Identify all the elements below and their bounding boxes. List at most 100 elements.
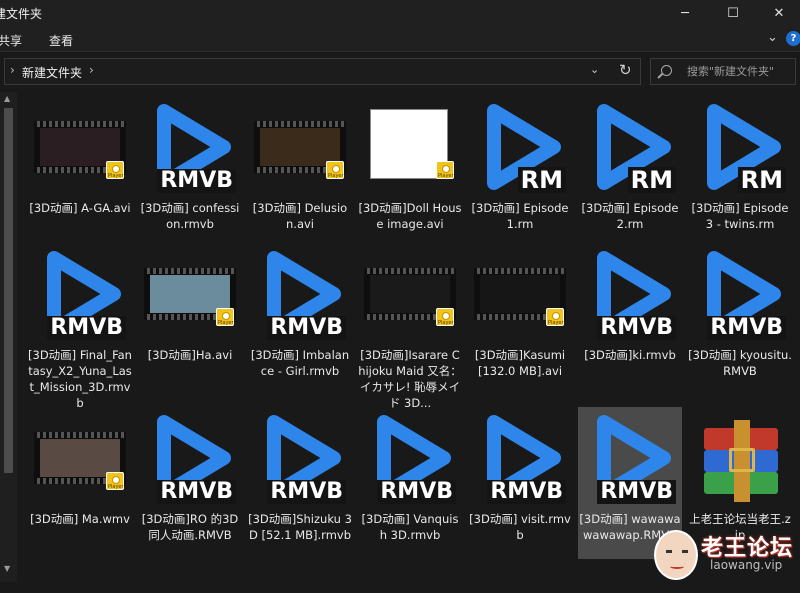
file-item[interactable]: RMVB [3D动画]Shizuku 3D [52.1 MB].rmvb bbox=[248, 407, 352, 559]
winrar-archive-icon bbox=[698, 418, 784, 504]
file-name: [3D动画]Doll House image.avi bbox=[358, 201, 462, 231]
file-item[interactable]: Player [3D动画]Ha.avi bbox=[138, 243, 242, 395]
window-title: 建文件夹 bbox=[0, 7, 43, 21]
file-type-tag: RM bbox=[517, 167, 566, 193]
file-item[interactable]: Player [3D动画]Isarare Chijoku Maid 又名： イカサ… bbox=[358, 243, 462, 410]
scroll-up-icon[interactable]: ▲ bbox=[4, 94, 10, 103]
file-type-tag: RMVB bbox=[377, 480, 456, 504]
player-badge-label: Player bbox=[218, 320, 234, 326]
refresh-icon[interactable]: ↻ bbox=[619, 61, 632, 79]
player-badge-label: Player bbox=[108, 484, 124, 490]
file-thumbnail: Player bbox=[472, 248, 568, 344]
file-thumbnail: Player bbox=[32, 101, 128, 197]
file-name: [3D动画] Final_Fantasy_X2_Yuna_Last_Missio… bbox=[28, 348, 132, 410]
close-button[interactable]: ✕ bbox=[756, 0, 800, 26]
file-item[interactable]: RMVB [3D动画] visit.rmvb bbox=[468, 407, 572, 559]
file-thumbnail: RMVB bbox=[692, 248, 788, 344]
file-type-tag: RMVB bbox=[487, 480, 566, 504]
player-badge-icon: Player bbox=[436, 161, 454, 179]
address-history-dropdown-icon[interactable]: ⌄ bbox=[590, 63, 599, 76]
file-item[interactable]: Player [3D动画]Kasumi [132.0 MB].avi bbox=[468, 243, 572, 395]
file-item[interactable]: RM [3D动画] Episode 2.rm bbox=[578, 96, 682, 248]
file-name: [3D动画]ki.rmvb bbox=[584, 348, 676, 362]
file-type-tag: RMVB bbox=[597, 316, 676, 340]
breadcrumb-current-folder[interactable]: 新建文件夹 bbox=[22, 64, 82, 81]
watermark: 老王论坛 laowang.vip bbox=[654, 528, 800, 588]
help-icon[interactable]: ? bbox=[786, 31, 800, 46]
file-type-tag: RMVB bbox=[47, 316, 126, 340]
file-type-tag: RMVB bbox=[267, 480, 346, 504]
breadcrumb-chevron-icon[interactable]: › bbox=[10, 63, 15, 77]
file-name: [3D动画] Vanquish 3D.rmvb bbox=[361, 512, 459, 542]
file-item[interactable]: RMVB [3D动画] Vanquish 3D.rmvb bbox=[358, 407, 462, 559]
file-type-tag: RM bbox=[737, 167, 786, 193]
ribbon-collapse-chevron-icon[interactable]: ⌄ bbox=[767, 30, 778, 45]
file-item[interactable]: RMVB [3D动画] Imbalance - Girl.rmvb bbox=[248, 243, 352, 395]
file-name: [3D动画] Episode 3 - twins.rm bbox=[691, 201, 789, 231]
file-thumbnail: RMVB bbox=[582, 248, 678, 344]
file-name: [3D动画]Isarare Chijoku Maid 又名： イカサレ! 恥辱メ… bbox=[358, 348, 462, 410]
file-item[interactable]: RMVB [3D动画] kyousitu.RMVB bbox=[688, 243, 792, 395]
file-thumbnail: RMVB bbox=[142, 412, 238, 508]
file-name: [3D动画] Episode 2.rm bbox=[581, 201, 679, 231]
file-thumbnail: RM bbox=[582, 101, 678, 197]
player-badge-icon: Player bbox=[326, 161, 344, 179]
file-item[interactable]: RMVB [3D动画] Final_Fantasy_X2_Yuna_Last_Mi… bbox=[28, 243, 132, 410]
watermark-subtitle: laowang.vip bbox=[710, 558, 783, 572]
file-thumbnail: RMVB bbox=[142, 101, 238, 197]
file-name: [3D动画]Shizuku 3D [52.1 MB].rmvb bbox=[248, 512, 352, 542]
file-type-tag: RMVB bbox=[267, 316, 346, 340]
file-name: [3D动画] Delusion.avi bbox=[252, 201, 348, 231]
breadcrumb-chevron-icon[interactable]: › bbox=[89, 63, 94, 77]
file-type-tag: RMVB bbox=[707, 316, 786, 340]
scrollbar-thumb[interactable] bbox=[4, 108, 13, 473]
tab-view[interactable]: 查看 bbox=[49, 32, 73, 49]
file-thumbnail: RMVB bbox=[362, 412, 458, 508]
file-item[interactable]: Player [3D动画]Doll House image.avi bbox=[358, 96, 462, 248]
vertical-scrollbar[interactable]: ▲ ▼ bbox=[0, 92, 17, 582]
player-badge-icon: Player bbox=[106, 472, 124, 490]
file-item[interactable]: RMVB [3D动画] confession.rmvb bbox=[138, 96, 242, 248]
address-row: › 新建文件夹 › ⌄ ↻ bbox=[0, 52, 800, 90]
file-item[interactable]: RM [3D动画] Episode 3 - twins.rm bbox=[688, 96, 792, 248]
scroll-down-icon[interactable]: ▼ bbox=[4, 564, 10, 573]
player-badge-label: Player bbox=[548, 320, 564, 326]
player-badge-icon: Player bbox=[216, 308, 234, 326]
file-type-tag: RM bbox=[627, 167, 676, 193]
minimize-button[interactable]: ─ bbox=[662, 0, 708, 26]
file-name: [3D动画] Ma.wmv bbox=[30, 512, 130, 526]
player-badge-label: Player bbox=[438, 320, 454, 326]
file-item[interactable]: Player [3D动画] Ma.wmv bbox=[28, 407, 132, 559]
maximize-button[interactable]: ☐ bbox=[710, 0, 756, 26]
file-name: [3D动画]Kasumi [132.0 MB].avi bbox=[474, 348, 566, 378]
file-thumbnail: RM bbox=[692, 101, 788, 197]
file-type-tag: RMVB bbox=[597, 480, 676, 504]
file-name: [3D动画] Imbalance - Girl.rmvb bbox=[250, 348, 350, 378]
watermark-avatar-icon bbox=[654, 530, 698, 580]
file-item[interactable]: RMVB [3D动画]RO 的3D同人动画.RMVB bbox=[138, 407, 242, 559]
player-badge-icon: Player bbox=[106, 161, 124, 179]
search-input[interactable] bbox=[687, 63, 793, 80]
file-item[interactable]: Player [3D动画] A-GA.avi bbox=[28, 96, 132, 248]
file-item[interactable]: RMVB [3D动画]ki.rmvb bbox=[578, 243, 682, 395]
file-name: [3D动画]Ha.avi bbox=[147, 348, 233, 362]
player-badge-label: Player bbox=[438, 173, 454, 179]
file-item[interactable]: RM [3D动画] Episode 1.rm bbox=[468, 96, 572, 248]
file-thumbnail bbox=[692, 412, 788, 508]
file-name: [3D动画] kyousitu.RMVB bbox=[688, 348, 792, 378]
player-badge-icon: Player bbox=[436, 308, 454, 326]
file-thumbnail: RM bbox=[472, 101, 568, 197]
address-bar[interactable]: › 新建文件夹 › ⌄ ↻ bbox=[4, 58, 641, 85]
file-thumbnail: Player bbox=[32, 412, 128, 508]
player-badge-icon: Player bbox=[546, 308, 564, 326]
file-name: [3D动画] confession.rmvb bbox=[140, 201, 240, 231]
tab-share[interactable]: 共享 bbox=[0, 32, 22, 49]
search-box[interactable] bbox=[650, 58, 796, 85]
player-badge-label: Player bbox=[108, 173, 124, 179]
file-item[interactable]: Player [3D动画] Delusion.avi bbox=[248, 96, 352, 248]
file-thumbnail: RMVB bbox=[472, 412, 568, 508]
player-badge-label: Player bbox=[328, 173, 344, 179]
ribbon: 共享 查看 ⌄ ? bbox=[0, 26, 800, 52]
file-thumbnail: Player bbox=[362, 248, 458, 344]
file-type-tag: RMVB bbox=[157, 169, 236, 193]
